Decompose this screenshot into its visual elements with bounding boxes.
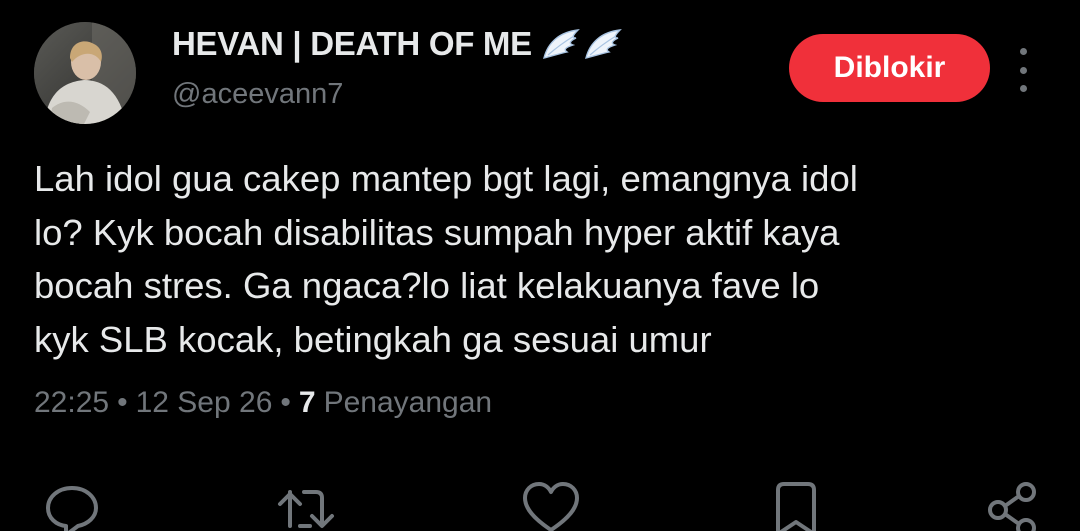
reply-icon[interactable] (42, 478, 102, 531)
tweet-text: Lah idol gua cakep mantep bgt lagi, eman… (34, 158, 858, 360)
display-name[interactable]: HEVAN | DEATH OF ME (172, 25, 532, 63)
more-vertical-icon[interactable] (1010, 48, 1036, 92)
share-icon[interactable] (982, 478, 1042, 531)
views-label[interactable]: Penayangan (324, 386, 493, 420)
meta-separator: • (117, 386, 128, 419)
display-name-row: HEVAN | DEATH OF ME (172, 24, 622, 64)
bookmark-icon[interactable] (766, 478, 826, 531)
tweet-actions-bar (0, 478, 1080, 531)
tweet-time[interactable]: 22:25 (34, 386, 109, 420)
views-count[interactable]: 7 (299, 386, 316, 420)
meta-separator: • (280, 386, 291, 419)
more-dot (1019, 66, 1027, 74)
more-dot (1019, 85, 1027, 92)
wing-emoji-icon (542, 28, 622, 60)
retweet-icon[interactable] (276, 478, 336, 531)
avatar[interactable] (34, 22, 136, 124)
user-handle[interactable]: @aceevann7 (172, 78, 622, 111)
more-dot (1019, 48, 1027, 55)
tweet-header: HEVAN | DEATH OF ME @aceevann7 (172, 24, 622, 111)
tweet: HEVAN | DEATH OF ME @aceevann7 Diblokir … (0, 0, 1080, 531)
tweet-date[interactable]: 12 Sep 26 (136, 386, 273, 420)
blocked-button[interactable]: Diblokir (789, 34, 990, 102)
like-icon[interactable] (521, 478, 581, 531)
tweet-meta: 22:25 • 12 Sep 26 • 7 Penayangan (34, 386, 492, 420)
